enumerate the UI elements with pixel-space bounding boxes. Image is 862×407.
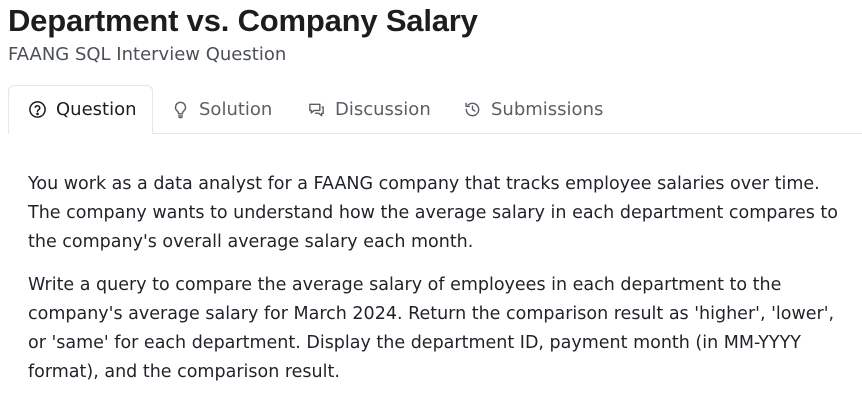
question-body: You work as a data analyst for a FAANG c… [28, 170, 856, 401]
question-circle-icon [27, 100, 47, 120]
question-paragraph: You work as a data analyst for a FAANG c… [28, 174, 838, 252]
page-header: Department vs. Company Salary FAANG SQL … [8, 0, 478, 68]
lightbulb-icon [170, 99, 190, 119]
page-subtitle: FAANG SQL Interview Question [8, 44, 287, 65]
question-paragraph: Write a query to compare the average sal… [28, 275, 835, 382]
tab-question[interactable]: Question [8, 85, 153, 134]
tab-question-label: Question [56, 99, 137, 120]
tab-submissions[interactable]: Submissions [462, 85, 603, 133]
chat-bubbles-icon [306, 99, 326, 119]
tab-bar: Question Solution Discussion Submissions [8, 85, 862, 134]
tab-discussion[interactable]: Discussion [306, 85, 431, 133]
history-icon [462, 99, 482, 119]
tab-solution[interactable]: Solution [170, 85, 272, 133]
tab-discussion-label: Discussion [335, 98, 431, 120]
page-title: Department vs. Company Salary [8, 3, 478, 38]
tab-solution-label: Solution [199, 98, 273, 120]
tab-submissions-label: Submissions [491, 98, 604, 120]
